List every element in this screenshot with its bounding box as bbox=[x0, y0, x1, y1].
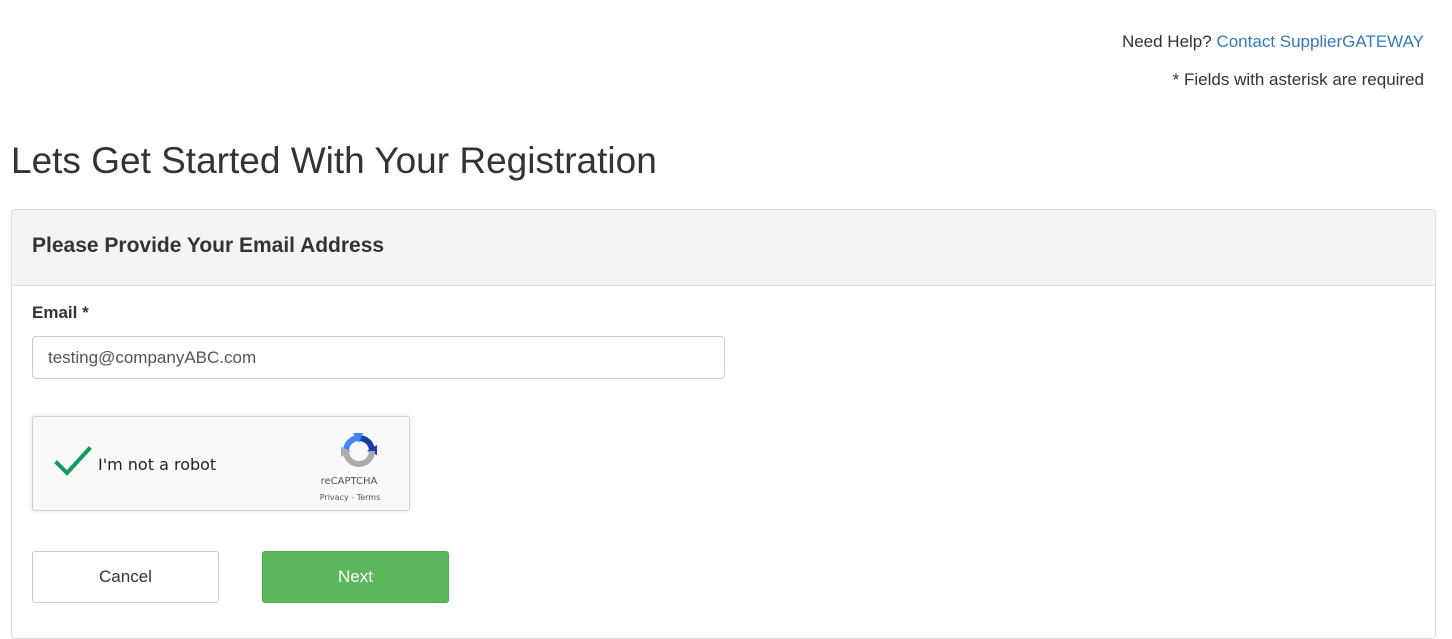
registration-panel: Please Provide Your Email Address Email … bbox=[11, 209, 1436, 639]
cancel-button[interactable]: Cancel bbox=[32, 551, 219, 603]
recaptcha-logo-icon bbox=[341, 433, 377, 467]
privacy-link[interactable]: Privacy bbox=[320, 493, 349, 502]
help-prefix: Need Help? bbox=[1121, 32, 1212, 51]
checkmark-icon[interactable] bbox=[53, 445, 93, 481]
page-title: Lets Get Started With Your Registration bbox=[11, 140, 657, 181]
links-separator: - bbox=[348, 493, 357, 502]
recaptcha-label: I'm not a robot bbox=[98, 455, 217, 474]
recaptcha-brand: reCAPTCHA bbox=[320, 476, 378, 487]
terms-link[interactable]: Terms bbox=[357, 493, 381, 502]
required-fields-note: * Fields with asterisk are required bbox=[1172, 70, 1424, 89]
panel-title: Please Provide Your Email Address bbox=[32, 234, 385, 257]
email-label: Email * bbox=[32, 303, 89, 322]
panel-heading: Please Provide Your Email Address bbox=[12, 210, 1435, 286]
next-button[interactable]: Next bbox=[262, 551, 449, 603]
help-line: Need Help? Contact SupplierGATEWAY bbox=[1122, 32, 1424, 52]
contact-link[interactable]: Contact SupplierGATEWAY bbox=[1216, 32, 1424, 51]
recaptcha-widget: I'm not a robot reCAPTCHA Privacy - Term… bbox=[32, 416, 410, 511]
email-field[interactable] bbox=[32, 336, 725, 379]
recaptcha-links: Privacy - Terms bbox=[305, 493, 395, 502]
